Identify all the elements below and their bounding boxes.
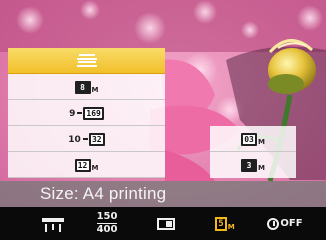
image-size-button[interactable]: 5M [210, 207, 240, 240]
size-icon-sub: M [91, 85, 99, 94]
size-icon-label: 3 [241, 159, 258, 172]
aspect-ratio-icon [157, 217, 175, 230]
size-icon-ratio: 32 [88, 132, 105, 146]
size-icon-label: 12 [74, 158, 91, 172]
iso-button[interactable]: 150 400 [92, 207, 122, 240]
self-timer-icon: OFF [267, 217, 303, 230]
color-tone-button[interactable] [38, 207, 68, 240]
size-option-8m[interactable]: 8M [8, 74, 165, 100]
10m-32-size-icon: 10 32 [68, 132, 105, 146]
iso-bottom-value: 400 [96, 224, 118, 235]
9m-169-size-icon: 9 169 [69, 106, 104, 120]
self-timer-button[interactable]: OFF [266, 207, 304, 240]
camera-screen: 8M 9 169 10 32 12 M 03 M 3M Size: A4 pri… [0, 0, 326, 240]
image-size-icon: 5M [215, 216, 235, 231]
image-size-unit: M [227, 222, 235, 231]
size-menu-right-column: 03 M 3M [210, 126, 296, 178]
size-option-9m-169[interactable]: 9 169 [8, 100, 165, 126]
size-option-3m[interactable]: 3M [210, 152, 296, 178]
12m-size-icon: 12 M [74, 158, 99, 172]
3m-size-icon: 3M [241, 158, 265, 172]
self-timer-state: OFF [280, 217, 303, 229]
8m-size-icon: 8M [74, 80, 99, 94]
size-icon-label: 10 [68, 134, 81, 145]
size-option-03m[interactable]: 03 M [210, 126, 296, 152]
size-icon-ratio: 169 [83, 106, 104, 120]
a4-print-size-icon [76, 54, 97, 67]
size-icon-sub: M [91, 163, 99, 172]
size-icon-sub: M [258, 137, 265, 146]
size-menu: 8M 9 169 10 32 12 M [8, 48, 165, 178]
size-option-10m-32[interactable]: 10 32 [8, 126, 165, 152]
size-icon-label: 8 [74, 80, 91, 94]
iso-top-value: 150 [96, 211, 118, 224]
size-option-12m[interactable]: 12 M [8, 152, 165, 178]
03m-size-icon: 03 M [241, 132, 265, 146]
size-icon-label: 03 [241, 132, 258, 146]
color-tone-icon [42, 216, 64, 232]
size-icon-dash [82, 137, 88, 140]
size-icon-dash [77, 111, 83, 114]
size-icon-sub: M [258, 164, 265, 172]
size-icon-label: 9 [69, 108, 76, 119]
size-description: Size: A4 printing [0, 181, 326, 207]
size-option-a4-printing[interactable] [8, 48, 165, 74]
image-size-value: 5 [215, 216, 227, 231]
iso-icon: 150 400 [96, 211, 118, 235]
aspect-ratio-button[interactable] [152, 207, 180, 240]
